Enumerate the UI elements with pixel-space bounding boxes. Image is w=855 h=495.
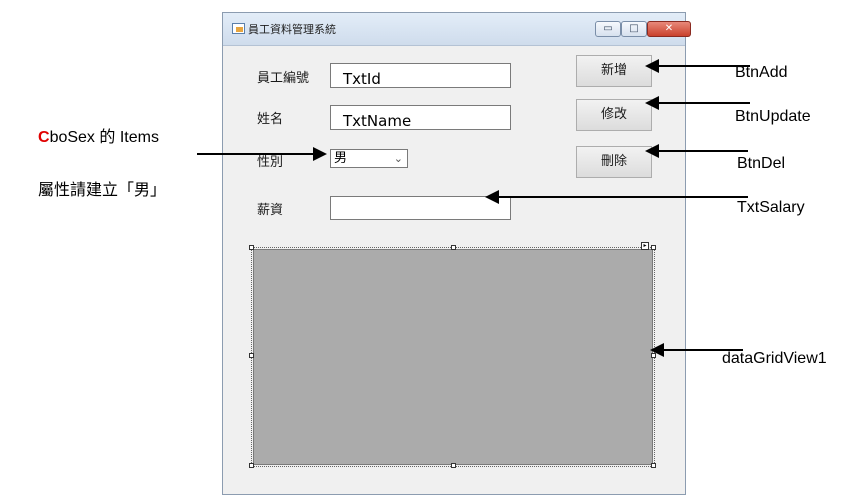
delete-button[interactable]: 刪除 <box>576 146 652 178</box>
annotation-combo-c: C <box>38 129 50 146</box>
sex-combo[interactable]: 男 ⌄ <box>330 149 408 168</box>
arrowhead-salary <box>485 190 499 204</box>
title-bar[interactable]: 員工資料管理系統 ▭ □ ✕ <box>223 13 691 46</box>
resize-handle-top[interactable] <box>451 245 456 250</box>
chevron-down-icon[interactable]: ⌄ <box>394 150 403 167</box>
annotation-btn-add: BtnAdd <box>735 64 788 81</box>
arrowhead-update <box>645 96 659 110</box>
resize-handle-top-right[interactable] <box>651 245 656 250</box>
annotation-txt-salary: TxtSalary <box>737 199 805 216</box>
grid-selection-border <box>251 247 655 467</box>
window-title: 員工資料管理系統 <box>248 23 336 36</box>
resize-handle-left[interactable] <box>249 353 254 358</box>
arrow-line-combo <box>197 153 315 155</box>
arrowhead-del <box>645 144 659 158</box>
add-button[interactable]: 新增 <box>576 55 652 87</box>
txt-salary-field[interactable] <box>330 196 511 220</box>
arrowhead-add <box>645 59 659 73</box>
resize-handle-bottom-left[interactable] <box>249 463 254 468</box>
arrow-line-update <box>658 102 750 104</box>
app-icon <box>232 23 245 34</box>
close-button[interactable]: ✕ <box>647 21 691 37</box>
smart-tag-icon[interactable]: ▸ <box>641 242 649 250</box>
annotation-combo-line2: 屬性請建立「男」 <box>38 180 167 199</box>
annotation-btn-del: BtnDel <box>737 155 786 172</box>
label-name: 姓名 <box>257 112 284 127</box>
minimize-button[interactable]: ▭ <box>595 21 621 37</box>
maximize-button[interactable]: □ <box>621 21 647 37</box>
annotation-combo-line1: CboSex 的 Items <box>38 123 159 147</box>
annotation-btn-update: BtnUpdate <box>735 108 811 125</box>
arrowhead-grid <box>650 343 664 357</box>
txt-name-field[interactable]: TxtName <box>330 105 511 130</box>
arrow-line-salary <box>498 196 748 198</box>
arrow-line-del <box>658 150 748 152</box>
arrowhead-combo <box>313 147 327 161</box>
annotation-grid: dataGridView1 <box>722 350 827 367</box>
txt-id-field[interactable]: TxtId <box>330 63 511 88</box>
update-button[interactable]: 修改 <box>576 99 652 131</box>
annotation-combo-rest: boSex 的 Items <box>49 129 159 146</box>
resize-handle-bottom-right[interactable] <box>651 463 656 468</box>
sex-combo-value: 男 <box>334 151 348 166</box>
form-window: 員工資料管理系統 ▭ □ ✕ 員工編號 姓名 性別 薪資 TxtId TxtNa… <box>222 12 691 495</box>
resize-handle-bottom[interactable] <box>451 463 456 468</box>
resize-handle-top-left[interactable] <box>249 245 254 250</box>
label-employee-id: 員工編號 <box>257 71 310 86</box>
label-salary: 薪資 <box>257 203 284 218</box>
